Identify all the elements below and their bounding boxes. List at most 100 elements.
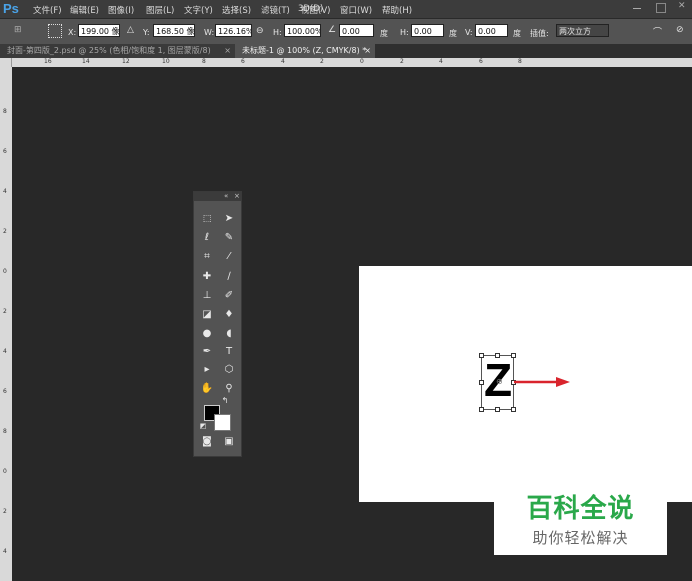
transform-handle[interactable]	[479, 380, 484, 385]
minimize-icon[interactable]	[633, 3, 641, 9]
crop-tool-icon[interactable]: ⌗	[199, 250, 215, 264]
clone-stamp-tool-icon[interactable]: ⊥	[199, 289, 215, 303]
angle-field[interactable]: 0.00	[339, 24, 374, 37]
default-colors-icon[interactable]: ◩	[198, 421, 208, 431]
ruler-number: 4	[3, 188, 7, 195]
lasso-tool-icon[interactable]: ℓ	[199, 231, 215, 245]
cancel-transform-icon[interactable]: ⊘	[676, 25, 684, 35]
ruler-number: 6	[3, 388, 7, 395]
swap-colors-icon[interactable]: ↰	[220, 396, 230, 406]
vskew-field[interactable]: 0.00	[475, 24, 508, 37]
ruler-number: 2	[320, 58, 324, 65]
tab-document-1[interactable]: 封面-第四版_2.psd @ 25% (色相/饱和度 1, 图层蒙版/8) ×	[0, 44, 235, 58]
dodge-tool-icon[interactable]: ◖	[221, 327, 237, 341]
options-bar: ⊞ X: 199.00 像素 △ Y: 168.50 像素 W: 126.16%…	[0, 18, 692, 45]
watermark-subtitle: 助你轻松解决	[532, 529, 629, 547]
type-tool-icon[interactable]: T	[221, 345, 237, 359]
healing-brush-tool-icon[interactable]: ✚	[199, 270, 215, 284]
transform-tool-icon[interactable]: ⊞	[14, 25, 22, 35]
screen-mode-icon[interactable]: ▣	[221, 435, 237, 449]
vskew-unit: 度	[513, 29, 521, 38]
menu-view[interactable]: 视图(V)	[301, 4, 330, 16]
ruler-number: 16	[44, 58, 52, 65]
menu-type[interactable]: 文字(Y)	[184, 4, 213, 16]
h-label: H:	[273, 28, 282, 37]
brush-tool-icon[interactable]: ∕	[221, 270, 237, 284]
quick-mask-icon[interactable]: ◙	[199, 435, 215, 449]
ruler-number: 8	[518, 58, 522, 65]
quick-select-tool-icon[interactable]: ✎	[221, 231, 237, 245]
reference-point-icon[interactable]	[48, 24, 62, 38]
background-color-swatch[interactable]	[214, 414, 231, 431]
delta-icon[interactable]: △	[127, 25, 134, 35]
link-icon[interactable]: ⊖	[256, 26, 264, 36]
ruler-number: 6	[3, 148, 7, 155]
menu-select[interactable]: 选择(S)	[222, 4, 251, 16]
y-field[interactable]: 168.50 像素	[153, 24, 195, 37]
move-tool-icon[interactable]: ➤	[221, 212, 237, 226]
paint-bucket-tool-icon[interactable]: ♦	[221, 308, 237, 322]
vskew-label: V:	[465, 28, 473, 37]
eraser-tool-icon[interactable]: ◪	[199, 308, 215, 322]
menu-image[interactable]: 图像(I)	[108, 4, 134, 16]
blur-tool-icon[interactable]: ●	[199, 327, 215, 341]
menu-layer[interactable]: 图层(L)	[146, 4, 174, 16]
menu-window[interactable]: 窗口(W)	[340, 4, 372, 16]
ruler-number: 0	[360, 58, 364, 65]
transform-handle[interactable]	[495, 407, 500, 412]
x-field[interactable]: 199.00 像素	[78, 24, 120, 37]
transform-handle[interactable]	[511, 353, 516, 358]
eyedropper-tool-icon[interactable]: ⁄	[221, 250, 237, 264]
hskew-field[interactable]: 0.00	[411, 24, 444, 37]
shape-tool-icon[interactable]: ⬡	[221, 363, 237, 377]
watermark-title: 百科全说	[526, 494, 635, 524]
ruler-number: 8	[3, 108, 7, 115]
menu-file[interactable]: 文件(F)	[33, 4, 62, 16]
hand-tool-icon[interactable]: ✋	[199, 382, 215, 396]
transform-center-icon: ⊕	[496, 377, 503, 386]
vertical-ruler: 8 6 4 2 0 2 4 6 8 0 2 4	[0, 58, 12, 581]
close-window-icon[interactable]: ✕	[678, 2, 686, 11]
w-field[interactable]: 126.16%	[215, 24, 252, 37]
tab-close-icon[interactable]: ×	[224, 44, 231, 58]
app-logo: Ps	[3, 1, 19, 16]
ruler-number: 6	[479, 58, 483, 65]
ruler-number: 12	[122, 58, 130, 65]
menu-edit[interactable]: 编辑(E)	[70, 4, 99, 16]
panel-close-icon[interactable]: ×	[234, 192, 240, 200]
horizontal-ruler: 16 14 12 10 8 6 4 2 0 2 4 6 8	[12, 58, 692, 67]
ruler-number: 8	[3, 428, 7, 435]
ruler-number: 2	[3, 228, 7, 235]
menu-bar: Ps 文件(F) 编辑(E) 图像(I) 图层(L) 文字(Y) 选择(S) 滤…	[0, 0, 692, 18]
collapse-icon[interactable]: «	[224, 192, 228, 200]
ruler-number: 14	[82, 58, 90, 65]
warp-icon[interactable]: ⌒	[653, 25, 662, 38]
tab-close-icon[interactable]: ×	[364, 44, 371, 58]
pen-tool-icon[interactable]: ✒	[199, 345, 215, 359]
interpolation-select[interactable]: 两次立方	[556, 24, 609, 37]
marquee-tool-icon[interactable]: ⬚	[199, 212, 215, 226]
menu-help[interactable]: 帮助(H)	[382, 4, 412, 16]
ruler-number: 0	[3, 468, 7, 475]
ruler-number: 6	[241, 58, 245, 65]
angle-icon: ∠	[328, 25, 337, 35]
transform-handle[interactable]	[495, 353, 500, 358]
y-label: Y:	[143, 28, 150, 37]
ruler-number: 10	[162, 58, 170, 65]
ruler-number: 2	[400, 58, 404, 65]
tools-panel-header[interactable]: « ×	[194, 192, 241, 201]
menu-filter[interactable]: 滤镜(T)	[261, 4, 290, 16]
transform-handle[interactable]	[479, 353, 484, 358]
tab-document-2[interactable]: 未标题-1 @ 100% (Z, CMYK/8) * ×	[235, 44, 375, 58]
h-field[interactable]: 100.00%	[284, 24, 321, 37]
ruler-number: 2	[3, 308, 7, 315]
maximize-icon[interactable]	[656, 3, 666, 13]
zoom-tool-icon[interactable]: ⚲	[221, 382, 237, 396]
hskew-label: H:	[400, 28, 409, 37]
ruler-origin[interactable]	[0, 58, 12, 67]
path-select-tool-icon[interactable]: ▸	[199, 363, 215, 377]
transform-handle[interactable]	[511, 407, 516, 412]
history-brush-tool-icon[interactable]: ✐	[221, 289, 237, 303]
transform-handle[interactable]	[479, 407, 484, 412]
ruler-number: 4	[3, 348, 7, 355]
